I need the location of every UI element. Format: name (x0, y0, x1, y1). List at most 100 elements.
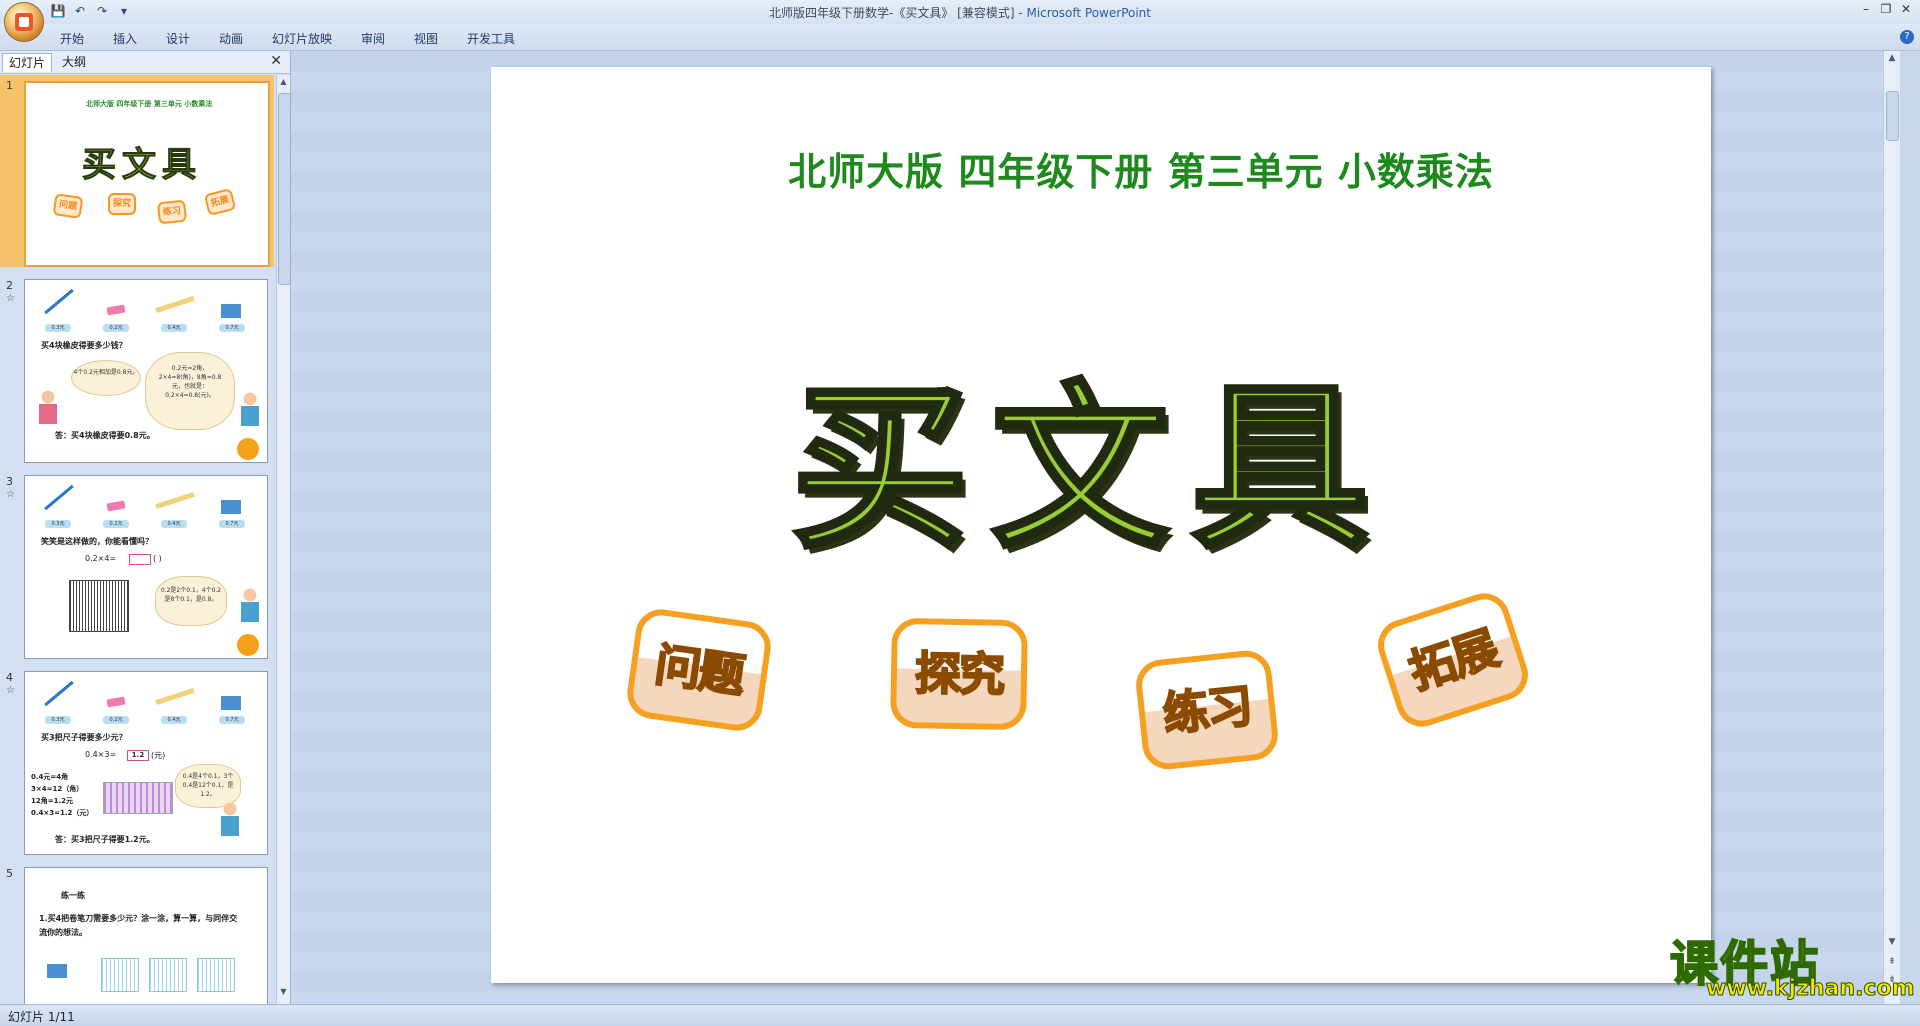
title-bar: 💾 ↶ ↷ ▾ 北师版四年级下册数学-《买文具》 [兼容模式] - Micros… (0, 0, 1920, 42)
office-logo-icon (15, 13, 33, 31)
scroll-thumb[interactable] (278, 93, 291, 285)
price-tag: 0.4元 (161, 520, 187, 528)
slide-title[interactable]: 买文具 (789, 325, 1391, 582)
animation-star-icon: ☆ (6, 489, 15, 500)
slide-thumbnail-1[interactable]: 北师大版 四年级下册 第三单元 小数乘法 买文具 问题 探究 练习 拓展 (24, 81, 270, 267)
office-button[interactable] (4, 2, 44, 42)
app-name: Microsoft PowerPoint (1026, 6, 1151, 20)
orange-decoration-icon (237, 438, 259, 460)
price-tag: 0.7元 (219, 520, 245, 528)
thumb-question: 笑笑是这样做的，你能看懂吗？ (41, 537, 153, 546)
thumb-bubble: 4个0.2元相加是0.8元。 (71, 360, 141, 396)
thumb-step: 12角=1.2元 (31, 797, 74, 805)
tab-slideshow[interactable]: 幻灯片放映 (272, 30, 332, 47)
thumb-heading: 练一练 (61, 891, 85, 900)
slide-thumbnail-3[interactable]: 0.3元 0.2元 0.4元 0.7元 笑笑是这样做的，你能看懂吗？ 0.2×4… (24, 475, 268, 659)
slide-number: 1 (6, 79, 13, 92)
tab-outline[interactable]: 大纲 (56, 53, 92, 71)
ruler-icon (155, 295, 195, 314)
thumbnail-row[interactable]: 1 北师大版 四年级下册 第三单元 小数乘法 买文具 问题 探究 练习 拓展 (0, 75, 274, 267)
badge-label: 拓展 (1402, 620, 1504, 701)
slide-number: 5 (6, 867, 13, 880)
ruler-icon (155, 687, 195, 706)
thumb-bubble: 0.2元=2角，2×4=8(角)，8角=0.8元，也就是：0.2×4=0.8(元… (145, 352, 235, 430)
sharpener-icon (47, 964, 67, 978)
thumb-bubble: 0.2是2个0.1，4个0.2是8个0.1，是0.8。 (155, 576, 227, 626)
tab-animation[interactable]: 动画 (219, 30, 243, 47)
thumb-step: 0.4元=4角 (31, 773, 69, 781)
price-tag: 0.7元 (219, 324, 245, 332)
slide-thumbnail-4[interactable]: 0.3元 0.2元 0.4元 0.7元 买3把尺子得要多少元？ 0.4×3= 1… (24, 671, 268, 855)
thumbnail-list: 1 北师大版 四年级下册 第三单元 小数乘法 买文具 问题 探究 练习 拓展 2… (0, 75, 274, 1004)
boy-icon (241, 390, 259, 426)
tab-review[interactable]: 审阅 (361, 30, 385, 47)
price-tag: 0.4元 (161, 324, 187, 332)
thumb-badge: 拓展 (203, 187, 237, 217)
thumb-question: 买4块橡皮得要多少钱？ (41, 341, 127, 350)
price-tag: 0.2元 (103, 716, 129, 724)
slide-thumbnail-5[interactable]: 练一练 1.买4把卷笔刀需要多少元？涂一涂，算一算，与同伴交流你的想法。 (24, 867, 268, 1004)
tab-view[interactable]: 视图 (414, 30, 438, 47)
animation-star-icon: ☆ (6, 293, 15, 304)
thumb-step: 3×4=12（角） (31, 785, 84, 793)
help-icon[interactable]: ? (1900, 30, 1914, 44)
decimal-grid (149, 958, 187, 992)
decimal-grid (103, 782, 173, 814)
price-tag: 0.3元 (45, 324, 71, 332)
scroll-up-icon[interactable]: ▲ (1884, 53, 1900, 67)
badge-practice[interactable]: 练习 (1133, 648, 1281, 772)
tab-slides[interactable]: 幻灯片 (2, 53, 53, 72)
slide-thumbnail-2[interactable]: 0.3元 0.2元 0.4元 0.7元 买4块橡皮得要多少钱？ 4个0.2元相加… (24, 279, 268, 463)
thumb-subtitle: 北师大版 四年级下册 第三单元 小数乘法 (86, 100, 213, 108)
thumbnail-row[interactable]: 2 ☆ 0.3元 0.2元 0.4元 0.7元 买4块橡皮得要多少钱？ 4个0.… (0, 275, 274, 467)
price-tag: 0.7元 (219, 716, 245, 724)
price-tag: 0.2元 (103, 520, 129, 528)
slide-subtitle[interactable]: 北师大版 四年级下册 第三单元 小数乘法 (491, 141, 1711, 196)
tab-design[interactable]: 设计 (166, 30, 190, 47)
thumbnail-scrollbar[interactable]: ▲ ▼ (276, 75, 291, 1004)
tab-developer[interactable]: 开发工具 (467, 30, 515, 47)
sharpener-icon (221, 500, 241, 514)
scroll-down-icon[interactable]: ▼ (277, 987, 290, 1001)
decimal-grid (69, 580, 129, 632)
badge-question[interactable]: 问题 (624, 606, 774, 734)
tab-home[interactable]: 开始 (60, 30, 84, 47)
girl-icon (39, 388, 57, 424)
minimize-button[interactable]: – (1856, 0, 1876, 18)
sharpener-icon (221, 696, 241, 710)
thumb-question: 买3把尺子得要多少元？ (41, 733, 127, 742)
badge-explore[interactable]: 探究 (890, 617, 1028, 731)
pane-tabs: 幻灯片 大纲 ✕ (0, 51, 290, 74)
price-tag: 0.2元 (103, 324, 129, 332)
badge-label: 探究 (914, 645, 1005, 703)
thumbnail-row[interactable]: 4 ☆ 0.3元 0.2元 0.4元 0.7元 买3把尺子得要多少元？ 0.4×… (0, 667, 274, 859)
eraser-icon (106, 696, 126, 708)
thumbnail-row[interactable]: 5 练一练 1.买4把卷笔刀需要多少元？涂一涂，算一算，与同伴交流你的想法。 (0, 863, 274, 1004)
slide-number: 2 (6, 279, 13, 292)
slide-editor: 北师大版 四年级下册 第三单元 小数乘法 买文具 问题 探究 练习 拓展 ▲ ▼… (291, 51, 1900, 1004)
pencil-icon (44, 484, 74, 511)
thumb-unit: (元) (151, 751, 166, 760)
restore-button[interactable]: ❐ (1876, 0, 1896, 18)
thumb-answer: 答：买4块橡皮得要0.8元。 (55, 431, 155, 440)
decimal-grid (101, 958, 139, 992)
editor-scrollbar[interactable]: ▲ ▼ ⇞ ⇟ (1883, 51, 1900, 1004)
slide-number: 3 (6, 475, 13, 488)
thumb-unit: ( ) (153, 554, 162, 563)
answer-box: 1.2 (127, 750, 149, 761)
thumbnail-row[interactable]: 3 ☆ 0.3元 0.2元 0.4元 0.7元 笑笑是这样做的，你能看懂吗？ 0… (0, 471, 274, 663)
badge-extend[interactable]: 拓展 (1371, 586, 1535, 734)
pane-close-icon[interactable]: ✕ (270, 53, 282, 69)
scroll-up-icon[interactable]: ▲ (277, 77, 290, 91)
thumb-title: 买文具 (82, 145, 202, 186)
orange-decoration-icon (237, 634, 259, 656)
scroll-thumb[interactable] (1886, 91, 1899, 141)
tab-insert[interactable]: 插入 (113, 30, 137, 47)
price-tag: 0.3元 (45, 716, 71, 724)
animation-star-icon: ☆ (6, 685, 15, 696)
close-button[interactable]: ✕ (1896, 0, 1916, 18)
badge-label: 问题 (651, 636, 748, 704)
badge-label: 练习 (1159, 678, 1254, 743)
slide-counter: 幻灯片 1/11 (8, 1010, 75, 1024)
current-slide[interactable]: 北师大版 四年级下册 第三单元 小数乘法 买文具 问题 探究 练习 拓展 (491, 67, 1711, 983)
